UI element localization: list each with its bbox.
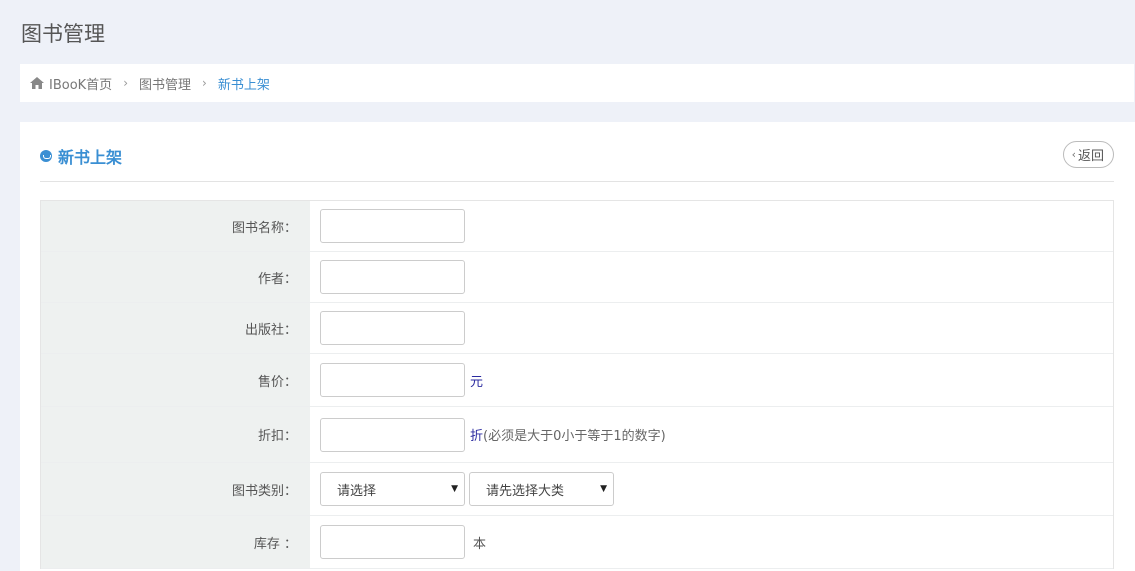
panel-title: 新书上架 <box>40 144 122 168</box>
form-row-publisher: 出版社： <box>41 303 1113 354</box>
price-cell: 元 <box>310 354 1113 406</box>
stock-input[interactable] <box>320 525 465 559</box>
category-cell: 请选择 ▼ 请先选择大类 ▼ <box>310 463 1113 515</box>
book-name-input[interactable] <box>320 209 465 243</box>
stock-label: 库存 ： <box>41 516 310 568</box>
category-sub-value: 请先选择大类 <box>486 483 565 499</box>
form-row-stock: 库存 ： 本 <box>41 516 1113 569</box>
stock-unit: 本 <box>473 536 487 552</box>
category-label: 图书类别： <box>41 463 310 515</box>
discount-label: 折扣： <box>41 407 310 462</box>
category-main-value: 请选择 <box>337 483 377 499</box>
publisher-label: 出版社： <box>41 303 310 353</box>
form-row-price: 售价： 元 <box>41 354 1113 407</box>
price-input[interactable] <box>320 363 465 397</box>
book-name-label: 图书名称： <box>41 201 310 251</box>
discount-cell: 折 (必须是大于0小于等于1的数字) <box>310 407 1113 462</box>
back-button[interactable]: ‹ 返回 <box>1062 141 1114 168</box>
price-unit: 元 <box>470 374 484 390</box>
caret-down-icon: ▼ <box>451 484 458 494</box>
form-row-book-name: 图书名称： <box>41 201 1113 252</box>
book-form: 图书名称： 作者： 出版社： 售价： 元 折扣： 折 (必须是大于0小于等于1的… <box>40 200 1114 569</box>
category-main-select[interactable]: 请选择 ▼ <box>320 472 465 506</box>
stock-cell: 本 <box>310 516 1113 568</box>
author-cell <box>310 252 1113 302</box>
price-label: 售价： <box>41 354 310 406</box>
book-name-cell <box>310 201 1113 251</box>
chevron-left-icon: ‹ <box>1071 148 1076 161</box>
form-row-category: 图书类别： 请选择 ▼ 请先选择大类 ▼ <box>41 463 1113 516</box>
form-row-discount: 折扣： 折 (必须是大于0小于等于1的数字) <box>41 407 1113 463</box>
discount-hint: (必须是大于0小于等于1的数字) <box>483 429 666 444</box>
breadcrumb-current: 新书上架 <box>217 77 270 93</box>
page-title: 图书管理 <box>21 22 105 46</box>
breadcrumb-separator: › <box>202 76 207 90</box>
publisher-input[interactable] <box>320 311 465 345</box>
breadcrumb-section-link[interactable]: 图书管理 <box>139 74 191 93</box>
author-input[interactable] <box>320 260 465 294</box>
breadcrumb-home-link[interactable]: IBooK首页 <box>49 74 112 93</box>
panel-title-text: 新书上架 <box>58 148 123 167</box>
breadcrumb-separator: › <box>123 76 128 90</box>
discount-unit: 折 <box>470 429 484 444</box>
smile-icon <box>40 150 52 162</box>
back-button-label: 返回 <box>1077 149 1104 164</box>
home-icon <box>30 77 44 89</box>
publisher-cell <box>310 303 1113 353</box>
form-panel: 新书上架 ‹ 返回 图书名称： 作者： 出版社： 售价： 元 折扣： 折 (必须… <box>20 122 1135 571</box>
breadcrumb: IBooK首页 › 图书管理 › 新书上架 <box>20 64 1134 102</box>
author-label: 作者： <box>41 252 310 302</box>
form-row-author: 作者： <box>41 252 1113 303</box>
discount-input[interactable] <box>320 417 465 452</box>
panel-header: 新书上架 ‹ 返回 <box>40 122 1114 182</box>
caret-down-icon: ▼ <box>600 484 607 494</box>
category-sub-select[interactable]: 请先选择大类 ▼ <box>469 472 614 506</box>
